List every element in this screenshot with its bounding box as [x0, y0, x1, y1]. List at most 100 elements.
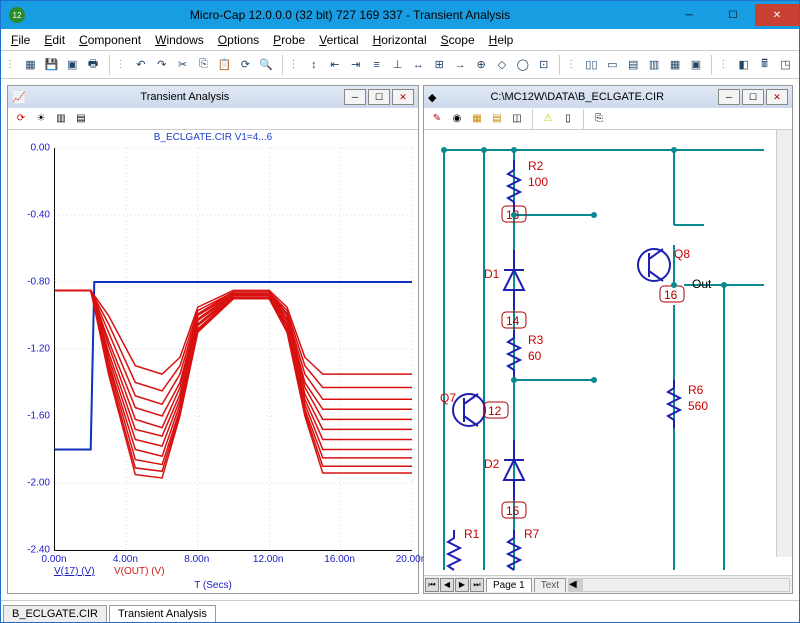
child-maximize-button[interactable]: ☐ [368, 89, 390, 105]
toolbar-button[interactable]: ▤ [624, 54, 643, 76]
horizontal-scrollbar[interactable]: ◀ [568, 578, 790, 592]
label-Out: Out [692, 277, 712, 291]
vertical-scrollbar[interactable] [776, 130, 792, 557]
warning-button[interactable]: ⚠ [539, 110, 557, 128]
nav-last-button[interactable]: ⏭ [470, 578, 484, 592]
child-close-button[interactable]: ✕ [766, 89, 788, 105]
menu-component[interactable]: Component [73, 31, 147, 49]
copy-button[interactable]: ⎘ [194, 54, 213, 76]
toolbar-button[interactable]: ⎘ [590, 110, 608, 128]
toolbar-button[interactable]: ▤ [72, 110, 90, 128]
label-R7: R7 [524, 527, 540, 541]
find-button[interactable]: 🔍 [257, 54, 276, 76]
redo-button[interactable]: ↷ [152, 54, 171, 76]
main-toolbar: ⋮ ▦ 💾 ▣ 🖶 ⋮ ↶ ↷ ✂ ⎘ 📋 ⟳ 🔍 ⋮ ↕ ⇤ ⇥ ≡ ⊥ ↔ … [1, 51, 799, 79]
tab-page1[interactable]: Page 1 [486, 578, 532, 592]
save-button[interactable]: 💾 [42, 54, 61, 76]
menu-probe[interactable]: Probe [267, 31, 311, 49]
tab-text[interactable]: Text [534, 578, 566, 592]
toolbar-button[interactable]: ◫ [508, 110, 526, 128]
child-title: Transient Analysis [26, 91, 344, 103]
undo-button[interactable]: ↶ [131, 54, 150, 76]
close-button[interactable]: ✕ [755, 4, 799, 26]
menu-scope[interactable]: Scope [435, 31, 481, 49]
label-D2: D2 [484, 457, 500, 471]
toolbar-button[interactable]: ▣ [686, 54, 705, 76]
circuit-canvas[interactable]: R2 100 13 D1 14 R3 60 [424, 130, 792, 575]
toolbar-button[interactable]: → [451, 54, 470, 76]
child-title-bar[interactable]: ◆ C:\MC12W\DATA\B_ECLGATE.CIR ─ ☐ ✕ [424, 86, 792, 108]
toolbar-grip-icon: ⋮ [718, 59, 728, 70]
menu-edit[interactable]: Edit [38, 31, 71, 49]
nav-prev-button[interactable]: ◀ [440, 578, 454, 592]
toolbar-button[interactable]: ☀ [32, 110, 50, 128]
refresh-button[interactable]: ⟳ [12, 110, 30, 128]
menu-file[interactable]: File [5, 31, 36, 49]
toolbar-button[interactable]: ↔ [409, 54, 428, 76]
plot-surface[interactable] [54, 148, 412, 551]
legend-vout[interactable]: V(OUT) (V) [114, 566, 165, 577]
y-tick-label: -1.60 [10, 411, 50, 422]
menu-vertical[interactable]: Vertical [313, 31, 364, 49]
grid-button[interactable]: ▦ [468, 110, 486, 128]
circuit-window: ◆ C:\MC12W\DATA\B_ECLGATE.CIR ─ ☐ ✕ ✎ ◉ … [423, 85, 793, 594]
toolbar-button[interactable]: ⇥ [346, 54, 365, 76]
calculator-button[interactable]: 🖩 [755, 54, 774, 76]
x-tick-label: 12.00n [253, 554, 284, 565]
toolbar-button[interactable]: ▥ [52, 110, 70, 128]
menu-horizontal[interactable]: Horizontal [367, 31, 433, 49]
maximize-button[interactable]: ☐ [711, 4, 755, 26]
x-tick-label: 4.00n [113, 554, 138, 565]
toolbar-button[interactable]: ▯▯ [582, 54, 601, 76]
toolbar-button[interactable]: ◉ [448, 110, 466, 128]
chart-icon: 📈 [12, 91, 26, 104]
title-bar[interactable]: 12 Micro-Cap 12.0.0.0 (32 bit) 727 169 3… [1, 1, 799, 29]
chart-area[interactable]: B_ECLGATE.CIR V1=4...6 V(17) (V) V(OUT) … [8, 130, 418, 593]
child-close-button[interactable]: ✕ [392, 89, 414, 105]
y-tick-label: -1.20 [10, 344, 50, 355]
toolbar-button[interactable]: ▦ [666, 54, 685, 76]
toolbar-button[interactable]: ↕ [304, 54, 323, 76]
status-tab-circuit[interactable]: B_ECLGATE.CIR [3, 605, 107, 622]
toolbar-button[interactable]: ⇤ [325, 54, 344, 76]
status-tab-transient[interactable]: Transient Analysis [109, 605, 216, 622]
child-minimize-button[interactable]: ─ [344, 89, 366, 105]
cut-button[interactable]: ✂ [173, 54, 192, 76]
print-button[interactable]: 🖶 [84, 54, 103, 76]
menu-windows[interactable]: Windows [149, 31, 210, 49]
toolbar-button[interactable]: ≡ [367, 54, 386, 76]
toolbar-button[interactable]: ◧ [734, 54, 753, 76]
toolbar-button[interactable]: ◳ [776, 54, 795, 76]
toolbar-button[interactable]: ⊡ [534, 54, 553, 76]
menu-help[interactable]: Help [483, 31, 520, 49]
toolbar-grip-icon: ⋮ [566, 59, 576, 70]
minimize-button[interactable]: ─ [667, 4, 711, 26]
label-R6v: 560 [688, 399, 708, 413]
toolbar-button[interactable]: ▭ [603, 54, 622, 76]
child-maximize-button[interactable]: ☐ [742, 89, 764, 105]
toolbar-button[interactable]: ◯ [513, 54, 532, 76]
list-button[interactable]: ▤ [488, 110, 506, 128]
menu-options[interactable]: Options [212, 31, 265, 49]
toolbar-button[interactable]: ◇ [493, 54, 512, 76]
toolbar-button[interactable]: ⊞ [430, 54, 449, 76]
toolbar-button[interactable]: ⊥ [388, 54, 407, 76]
legend-v17[interactable]: V(17) (V) [54, 566, 95, 577]
nav-first-button[interactable]: ⏮ [425, 578, 439, 592]
node-14: 14 [506, 314, 520, 328]
child-minimize-button[interactable]: ─ [718, 89, 740, 105]
node-15: 15 [506, 504, 520, 518]
child-title-bar[interactable]: 📈 Transient Analysis ─ ☐ ✕ [8, 86, 418, 108]
nav-next-button[interactable]: ▶ [455, 578, 469, 592]
toolbar-button[interactable]: ▯ [559, 110, 577, 128]
probe-button[interactable]: ✎ [428, 110, 446, 128]
toolbar-button[interactable]: ▥ [645, 54, 664, 76]
toolbar-button[interactable]: ⟳ [236, 54, 255, 76]
toolbar-button[interactable]: ⊕ [472, 54, 491, 76]
status-tab-bar: B_ECLGATE.CIR Transient Analysis [1, 600, 799, 622]
separator-icon [109, 55, 110, 75]
toolbar-button[interactable]: ▣ [63, 54, 82, 76]
toolbar-button[interactable]: ▦ [21, 54, 40, 76]
label-D1: D1 [484, 267, 500, 281]
paste-button[interactable]: 📋 [215, 54, 234, 76]
